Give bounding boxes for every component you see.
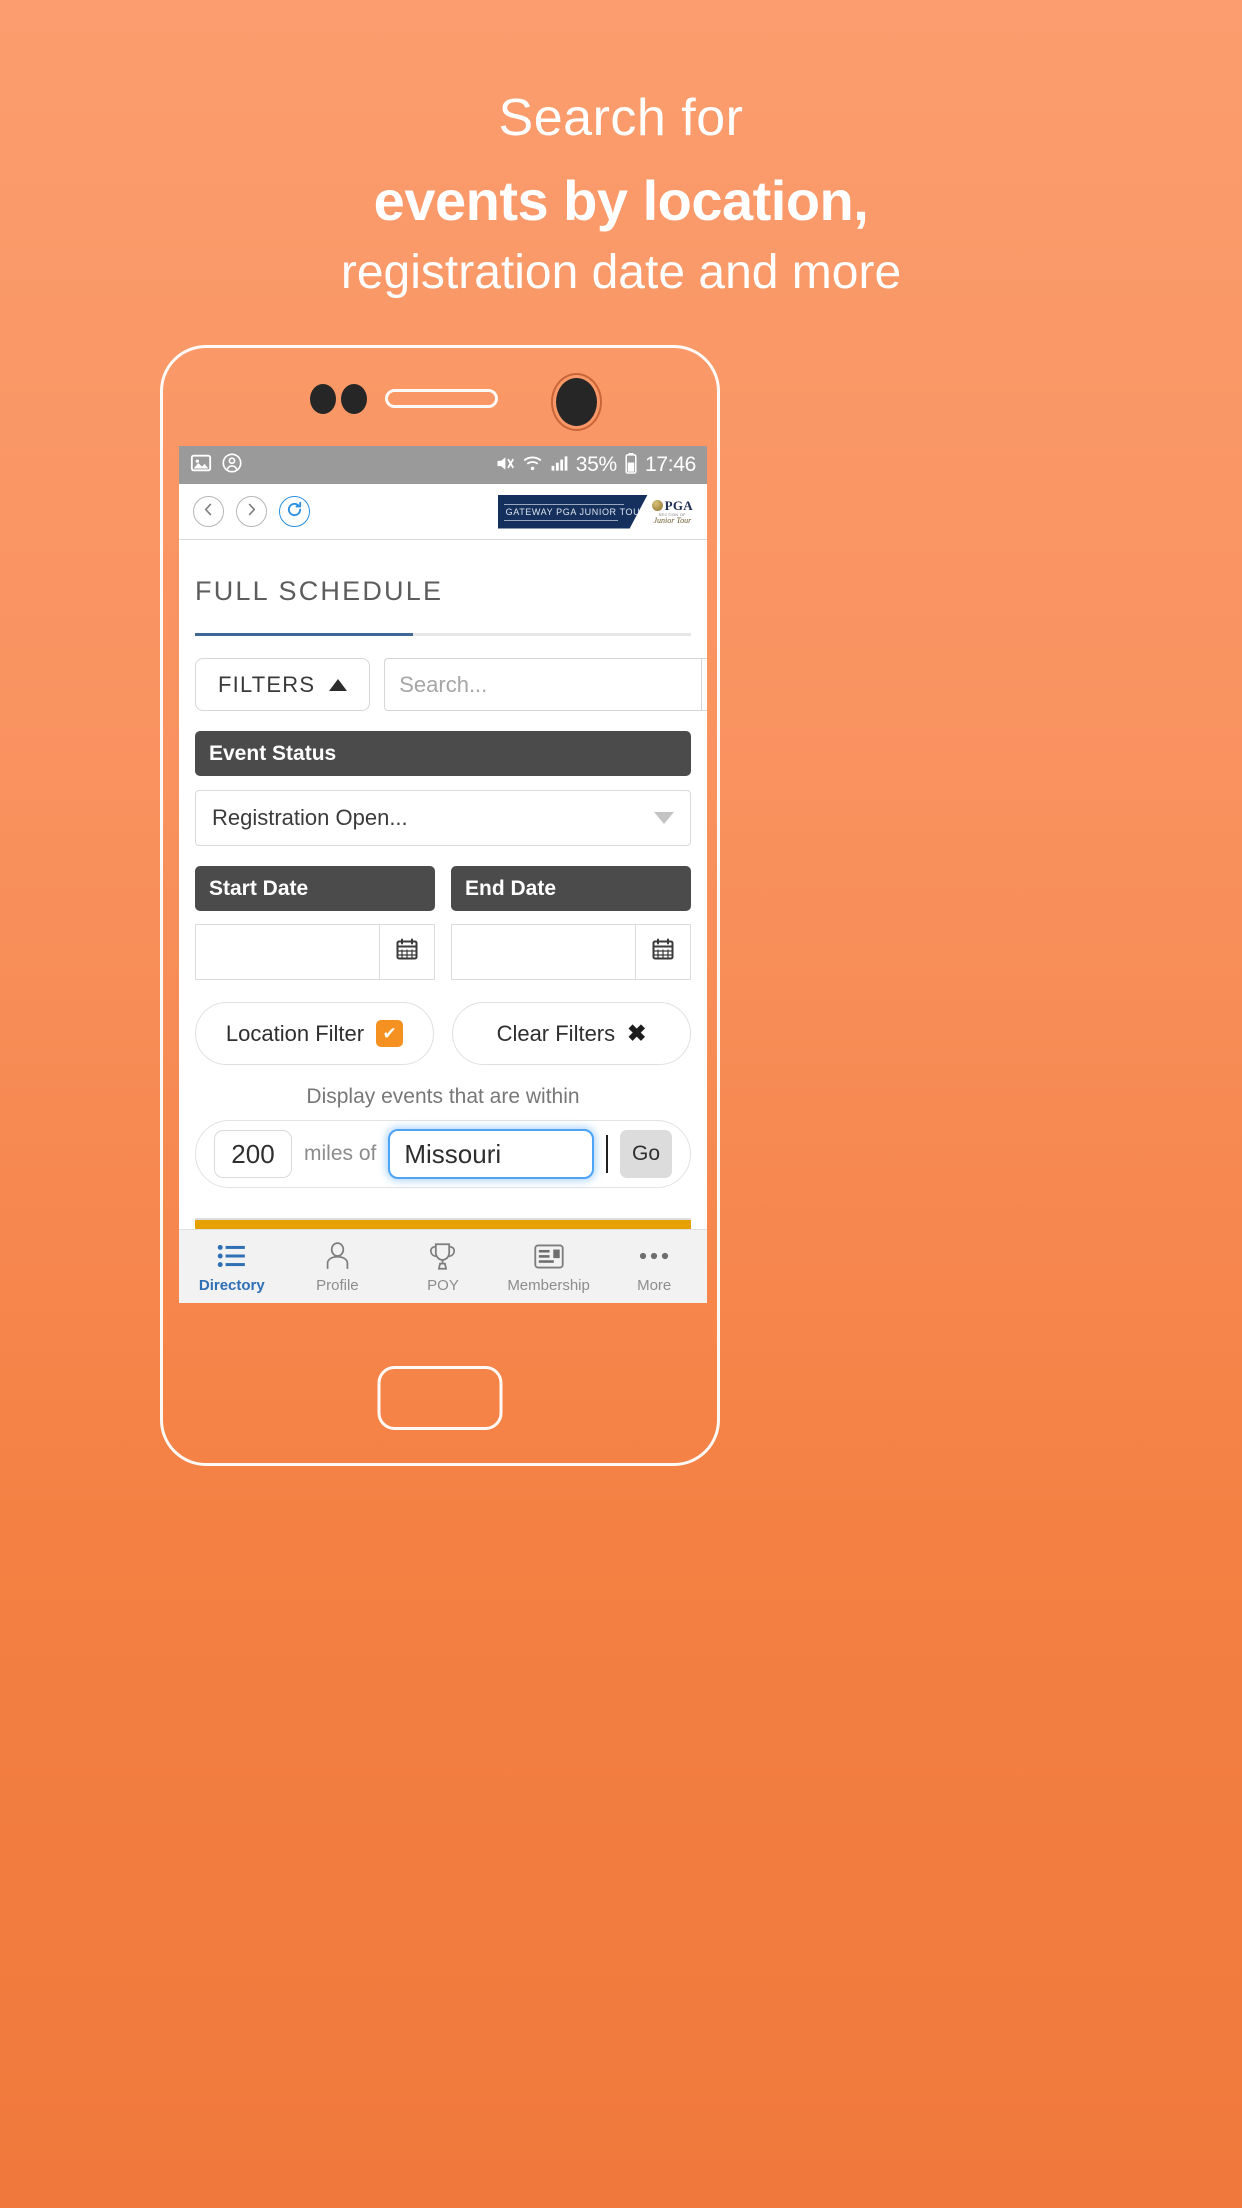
end-date-header: End Date [451,866,691,911]
browser-toolbar: GATEWAY PGA JUNIOR TOUR PGA SECTION OF J… [179,484,707,540]
back-button[interactable] [193,496,224,527]
refresh-icon [286,501,303,523]
calendar-icon [395,937,419,967]
sensor-dot-icon [341,384,367,414]
trophy-icon [428,1240,457,1273]
location-input[interactable] [388,1129,594,1179]
start-date-calendar-button[interactable] [379,924,435,980]
close-x-icon: ✖ [627,1020,647,1046]
start-date-input[interactable] [195,924,379,980]
ellipsis-icon [638,1240,670,1273]
chevron-right-icon [244,502,259,522]
status-bar: 35% 17:46 [179,446,707,484]
image-icon [190,452,212,478]
tab-label: POY [427,1276,459,1294]
person-icon [324,1240,351,1273]
search-group [384,658,707,711]
logo-text: GATEWAY PGA JUNIOR TOUR [505,506,648,517]
pga-text: PGA [664,497,693,513]
tab-label: More [637,1276,672,1294]
chevron-left-icon [201,502,216,522]
battery-icon [624,452,638,478]
wifi-icon [522,453,543,478]
end-date-input[interactable] [451,924,635,980]
within-label: Display events that are within [306,1085,580,1108]
bottom-tab-bar: Directory Profile POY Membership More [179,1229,707,1303]
signal-icon [550,454,569,477]
chevron-down-icon [654,812,674,824]
title-underline [195,633,691,636]
tab-profile[interactable]: Profile [285,1240,391,1294]
tab-poy[interactable]: POY [390,1240,496,1294]
triangle-up-icon [329,678,348,691]
distance-input[interactable]: 200 [214,1130,292,1178]
filters-label: FILTERS [218,671,316,697]
miles-of-label: miles of [304,1142,377,1165]
battery-percent: 35% [575,453,617,476]
clear-search-button[interactable] [701,658,707,711]
location-filter-checkbox[interactable]: ✔ [376,1020,404,1047]
phone-screen: 35% 17:46 GATEWAY PGA JUNIOR TOUR PGA SE… [179,446,707,1303]
list-icon [217,1240,247,1273]
clear-filters-label: Clear Filters [496,1020,616,1046]
location-distance-bar: 200 miles of Go [195,1120,691,1188]
filter-actions-row: Location Filter ✔ Clear Filters ✖ [195,1002,691,1065]
end-date-calendar-button[interactable] [635,924,691,980]
go-button[interactable]: Go [620,1130,672,1178]
calendar-icon [651,937,675,967]
pga-subtext-junior-tour: Junior Tour [653,515,692,525]
account-icon [221,452,243,478]
phone-mockup: 35% 17:46 GATEWAY PGA JUNIOR TOUR PGA SE… [160,345,720,1466]
tab-label: Profile [316,1276,359,1294]
promo-line-3: registration date and more [340,246,902,299]
tab-membership[interactable]: Membership [496,1240,602,1294]
phone-top-bezel [163,364,717,440]
end-date-group: End Date [451,866,691,980]
status-bar-clock: 17:46 [644,453,696,476]
opens-banner: OPENS JAN 06 8:00 AM CST [195,1218,691,1229]
mute-icon [494,453,515,478]
promo-line-2: events by location, [373,169,869,232]
earpiece-speaker [385,389,498,408]
promo-headline: Search for events by location, registrat… [0,92,1242,302]
location-filter-label: Location Filter [225,1020,365,1046]
start-date-header: Start Date [195,866,435,911]
filters-toggle-button[interactable]: FILTERS [195,658,371,711]
event-status-header: Event Status [195,731,691,776]
refresh-button[interactable] [279,496,310,527]
event-status-value: Registration Open... [212,805,408,830]
tab-label: Directory [198,1276,265,1294]
filter-toolbar: FILTERS [195,658,707,711]
sensor-dot-icon [310,384,336,414]
home-button[interactable] [377,1366,503,1430]
tab-label: Membership [507,1276,590,1294]
date-range-row: Start Date End Date [195,866,691,980]
event-status-select[interactable]: Registration Open... [195,790,691,846]
divider [606,1135,608,1173]
id-card-icon [533,1240,564,1273]
promo-line-1: Search for [498,89,744,147]
front-camera-icon [551,373,602,431]
search-input[interactable] [384,658,702,711]
clear-filters-button[interactable]: Clear Filters ✖ [452,1002,691,1065]
forward-button[interactable] [236,496,267,527]
pga-emblem-icon: PGA SECTION OF Junior Tour [651,497,693,525]
tab-directory[interactable]: Directory [179,1240,285,1294]
location-filter-button[interactable]: Location Filter ✔ [195,1002,434,1065]
site-logo[interactable]: GATEWAY PGA JUNIOR TOUR PGA SECTION OF J… [497,494,693,529]
start-date-group: Start Date [195,866,435,980]
page-title: FULL SCHEDULE [195,576,444,606]
web-page-content: FULL SCHEDULE FILTERS Search... Event St… [179,540,707,1229]
tab-more[interactable]: More [601,1240,707,1294]
